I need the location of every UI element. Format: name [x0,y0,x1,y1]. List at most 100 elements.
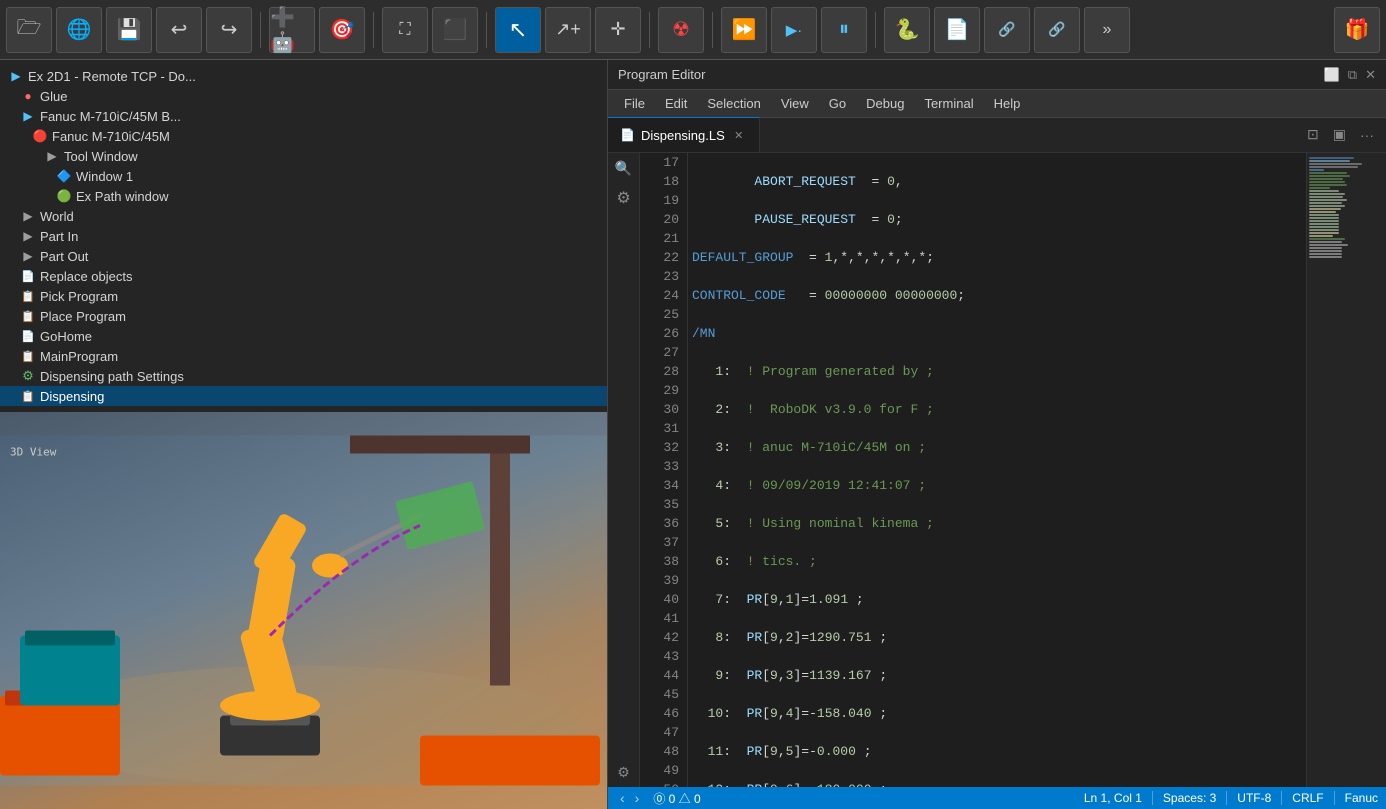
arrow-plus-button[interactable]: ↗+ [545,7,591,53]
close-editor-button[interactable]: ✕ [1365,67,1376,83]
window1-icon: 🔷 [56,168,72,184]
redo-button[interactable]: ↪ [206,7,252,53]
main-area: ▶ Ex 2D1 - Remote TCP - Do... ● Glue ▶ F… [0,60,1386,809]
glue-icon: ● [20,88,36,104]
errors-label: ⓪ 0 △ 0 [653,790,700,807]
folder-button[interactable]: 🗁 [6,7,52,53]
tree-panel: ▶ Ex 2D1 - Remote TCP - Do... ● Glue ▶ F… [0,60,607,412]
3d-viewport[interactable]: 3D View [0,412,607,809]
toolbar: 🗁 🌐 💾 ↩ ↪ ➕🤖 🎯 ⛶ ⬛ ↖ ↗+ ✛ ☢ ⏩ ▶· ⏸ 🐍 📄 🔗… [0,0,1386,60]
editor-titlebar: Program Editor ⬜ ⧉ ✕ [608,60,1386,90]
part-in-icon: ▶ [20,228,36,244]
play-slow-button[interactable]: ▶· [771,7,817,53]
fit-button[interactable]: ⛶ [382,7,428,53]
spaces-status[interactable]: Spaces: 3 [1163,791,1216,805]
globe-button[interactable]: 🌐 [56,7,102,53]
dispensing-path-icon: ⚙ [20,368,36,384]
tree-item-main-program[interactable]: 📋 MainProgram [0,346,607,366]
tab-close-button[interactable]: ✕ [731,127,747,143]
status-bar: ‹ › ⓪ 0 △ 0 Ln 1, Col 1 Spaces: 3 UTF-8 … [608,787,1386,809]
split-right-button[interactable]: ⊡ [1303,124,1323,145]
encoding-status[interactable]: UTF-8 [1237,791,1271,805]
save-button[interactable]: 💾 [106,7,152,53]
fanuc-inner-icon: 🔴 [32,128,48,144]
editor-title-label: Program Editor [618,67,705,82]
encoding-label: UTF-8 [1237,791,1271,805]
hazard-button[interactable]: ☢ [658,7,704,53]
code-content[interactable]: ABORT_REQUEST = 0, PAUSE_REQUEST = 0; DE… [688,153,1306,787]
errors-status[interactable]: ⓪ 0 △ 0 [653,790,700,807]
language-status[interactable]: Fanuc [1345,791,1378,805]
split-editor-button[interactable]: ⧉ [1348,67,1357,83]
toolbar-separator-5 [712,12,713,48]
target-button[interactable]: 🎯 [319,7,365,53]
panel-layout-button[interactable]: ▣ [1329,124,1350,145]
tree-item-label: Ex Path window [76,189,169,204]
tree-item-window1[interactable]: 🔷 Window 1 [0,166,607,186]
code-container: 17 18 19 20 21 22 23 24 25 26 27 28 29 3… [640,153,1386,787]
minimap[interactable] [1306,153,1386,787]
tree-item-glue[interactable]: ● Glue [0,86,607,106]
minimap-content [1307,153,1386,263]
arrow-move-button[interactable]: ✛ [595,7,641,53]
tab-file-icon: 📄 [620,128,635,142]
settings-sidebar-icon[interactable]: ⚙ [613,761,635,783]
more-button[interactable]: » [1084,7,1130,53]
place-program-icon: 📋 [20,308,36,324]
tree-item-fanuc[interactable]: ▶ Fanuc M-710iC/45M B... [0,106,607,126]
cube-button[interactable]: ⬛ [432,7,478,53]
ln-col-status[interactable]: Ln 1, Col 1 [1084,791,1142,805]
arrow-button[interactable]: ↖ [495,7,541,53]
toolbar-separator-4 [649,12,650,48]
filter-sidebar-icon[interactable]: ⚙ [613,187,635,209]
tree-item-part-out[interactable]: ▶ Part Out [0,246,607,266]
tree-item-label: Ex 2D1 - Remote TCP - Do... [28,69,196,84]
toolbar-separator-6 [875,12,876,48]
tree-item-pick-program[interactable]: 📋 Pick Program [0,286,607,306]
tree-item-root[interactable]: ▶ Ex 2D1 - Remote TCP - Do... [0,66,607,86]
menu-selection[interactable]: Selection [699,94,768,113]
add-robot-button[interactable]: ➕🤖 [269,7,315,53]
nav-next-button[interactable]: › [631,790,644,806]
tab-dispensing-ls[interactable]: 📄 Dispensing.LS ✕ [608,117,760,152]
search-sidebar-icon[interactable]: 🔍 [613,157,635,179]
line-ending-status[interactable]: CRLF [1292,791,1323,805]
undo-button[interactable]: ↩ [156,7,202,53]
python-button[interactable]: 🐍 [884,7,930,53]
menu-edit[interactable]: Edit [657,94,695,113]
menu-debug[interactable]: Debug [858,94,912,113]
tree-item-dispensing-path[interactable]: ⚙ Dispensing path Settings [0,366,607,386]
ln-col-label: Ln 1, Col 1 [1084,791,1142,805]
tree-item-label: Place Program [40,309,126,324]
tree-item-world[interactable]: ▶ World [0,206,607,226]
menu-help[interactable]: Help [986,94,1029,113]
language-label: Fanuc [1345,791,1378,805]
tree-item-replace-objects[interactable]: 📄 Replace objects [0,266,607,286]
toolbar-separator-1 [260,12,261,48]
tree-item-go-home[interactable]: 📄 GoHome [0,326,607,346]
link2-button[interactable]: 🔗 [1034,7,1080,53]
tree-item-tool-window[interactable]: ▶ Tool Window [0,146,607,166]
tree-item-label: Fanuc M-710iC/45M B... [40,109,181,124]
tree-item-dispensing[interactable]: 📋 Dispensing [0,386,607,406]
tree-item-fanuc-inner[interactable]: 🔴 Fanuc M-710iC/45M [0,126,607,146]
menu-go[interactable]: Go [821,94,854,113]
play-button[interactable]: ⏩ [721,7,767,53]
more-actions-button[interactable]: ··· [1356,125,1378,145]
gift-button[interactable]: 🎁 [1334,7,1380,53]
link1-button[interactable]: 🔗 [984,7,1030,53]
pause-button[interactable]: ⏸ [821,7,867,53]
menu-view[interactable]: View [773,94,817,113]
tree-item-label: Window 1 [76,169,133,184]
tree-item-place-program[interactable]: 📋 Place Program [0,306,607,326]
menu-terminal[interactable]: Terminal [916,94,981,113]
tree-item-label: Replace objects [40,269,133,284]
tree-item-label: Pick Program [40,289,118,304]
menu-file[interactable]: File [616,94,653,113]
nav-prev-button[interactable]: ‹ [616,790,629,806]
tree-item-ex-path[interactable]: 🟢 Ex Path window [0,186,607,206]
world-expand-icon: ▶ [20,208,36,224]
minimize-editor-button[interactable]: ⬜ [1324,67,1340,83]
tree-item-part-in[interactable]: ▶ Part In [0,226,607,246]
document-button[interactable]: 📄 [934,7,980,53]
